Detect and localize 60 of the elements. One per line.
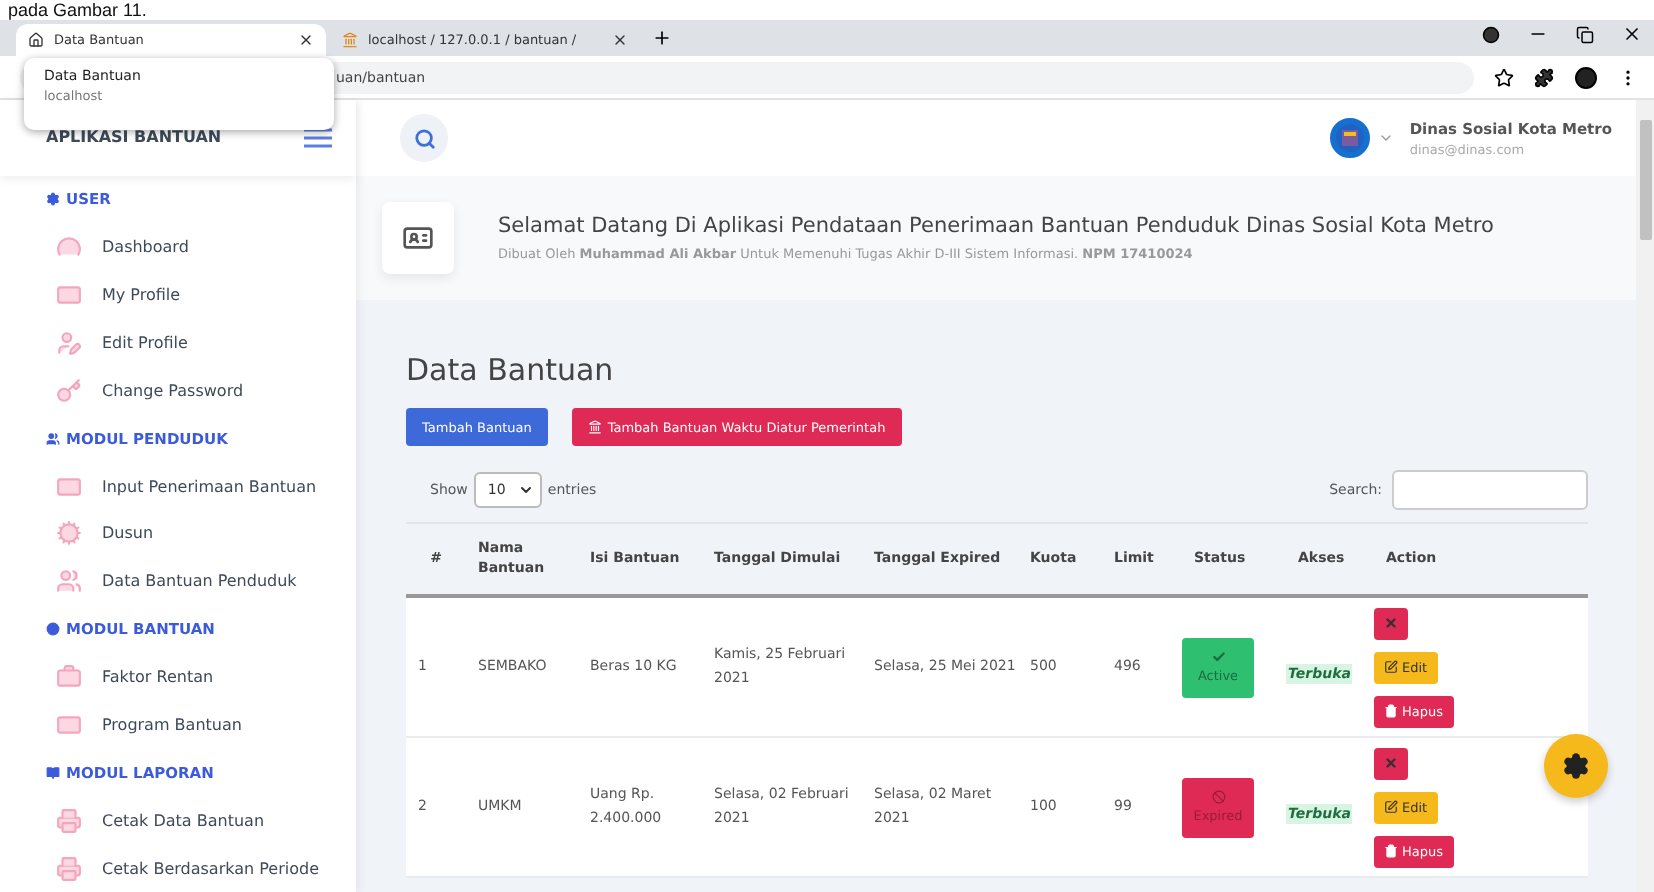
sidebar-item-icon bbox=[56, 473, 82, 499]
search-button[interactable] bbox=[400, 114, 448, 162]
section-icon bbox=[46, 765, 60, 780]
logo-icon bbox=[1329, 118, 1370, 158]
close-icon[interactable] bbox=[298, 32, 314, 48]
search-icon bbox=[413, 127, 435, 149]
sidebar-item[interactable]: Data Bantuan Penduduk bbox=[0, 557, 356, 606]
sidebar-item-icon bbox=[56, 711, 82, 738]
close-icon[interactable] bbox=[1622, 24, 1642, 44]
ban-icon bbox=[1211, 790, 1225, 804]
sidebar-item[interactable]: Edit Profile bbox=[0, 318, 356, 367]
section-icon bbox=[46, 431, 60, 446]
scrollbar-thumb[interactable] bbox=[1639, 120, 1651, 240]
sidebar-item-icon bbox=[56, 568, 82, 595]
trash-icon bbox=[1384, 704, 1398, 718]
sidebar-item-icon bbox=[56, 664, 82, 690]
star-icon[interactable] bbox=[1494, 67, 1514, 87]
sidebar-item[interactable]: Cetak Data Bantuan bbox=[0, 796, 356, 845]
check-icon bbox=[1211, 650, 1225, 664]
record-icon[interactable] bbox=[1482, 25, 1500, 43]
sidebar-item[interactable]: Dashboard bbox=[0, 223, 356, 272]
sidebar-item-icon bbox=[56, 329, 82, 356]
page-heading: Data Bantuan bbox=[406, 352, 616, 388]
section-icon bbox=[46, 192, 60, 207]
search-field[interactable] bbox=[1392, 470, 1588, 510]
section-icon bbox=[46, 622, 60, 637]
close-icon bbox=[1384, 616, 1398, 630]
close-button[interactable] bbox=[1374, 607, 1408, 639]
sidebar-item[interactable]: My Profile bbox=[0, 271, 356, 319]
puzzle-icon[interactable] bbox=[1534, 67, 1554, 87]
sidebar-item[interactable]: Change Password bbox=[0, 366, 356, 415]
brand-title: APLIKASI BANTUAN bbox=[46, 128, 222, 147]
home-icon bbox=[28, 32, 44, 48]
sidebar-item[interactable]: Program Bantuan bbox=[0, 700, 356, 749]
restore-icon[interactable] bbox=[1576, 25, 1594, 43]
caption-text: pada Gambar 11. bbox=[6, 0, 149, 20]
bank-icon bbox=[587, 420, 602, 434]
sidebar-item-icon bbox=[56, 520, 82, 547]
sidebar-item[interactable]: Input Penerimaan Bantuan bbox=[0, 462, 356, 510]
sidebar-item-icon bbox=[56, 807, 82, 834]
edit-icon bbox=[1384, 800, 1398, 814]
new-tab-icon[interactable] bbox=[652, 28, 672, 48]
sidebar-item-icon bbox=[56, 377, 82, 404]
avatar-icon[interactable] bbox=[1574, 65, 1598, 89]
sidebar-item[interactable]: Faktor Rentan bbox=[0, 653, 356, 701]
welcome-title: Selamat Datang Di Aplikasi Pendataan Penerimaan Bantuan Penduduk Dinas Sosial Kota Metro bbox=[498, 214, 1494, 238]
close-icon[interactable] bbox=[612, 32, 628, 48]
chevron-icon bbox=[517, 482, 534, 498]
close-icon bbox=[1384, 756, 1398, 770]
sidebar-item-icon bbox=[56, 855, 82, 881]
sidebar-item-icon bbox=[56, 234, 82, 261]
sidebar-item-icon bbox=[56, 282, 82, 308]
gear-icon bbox=[1562, 752, 1590, 780]
id-card-icon bbox=[382, 202, 454, 274]
chevron-icon[interactable] bbox=[1377, 130, 1394, 146]
edit-icon bbox=[1384, 660, 1398, 674]
sidebar-item[interactable]: Dusun bbox=[0, 509, 356, 558]
trash-icon bbox=[1384, 844, 1398, 858]
close-button[interactable] bbox=[1374, 747, 1408, 779]
sidebar-item[interactable]: Cetak Berdasarkan Periode bbox=[0, 844, 356, 892]
